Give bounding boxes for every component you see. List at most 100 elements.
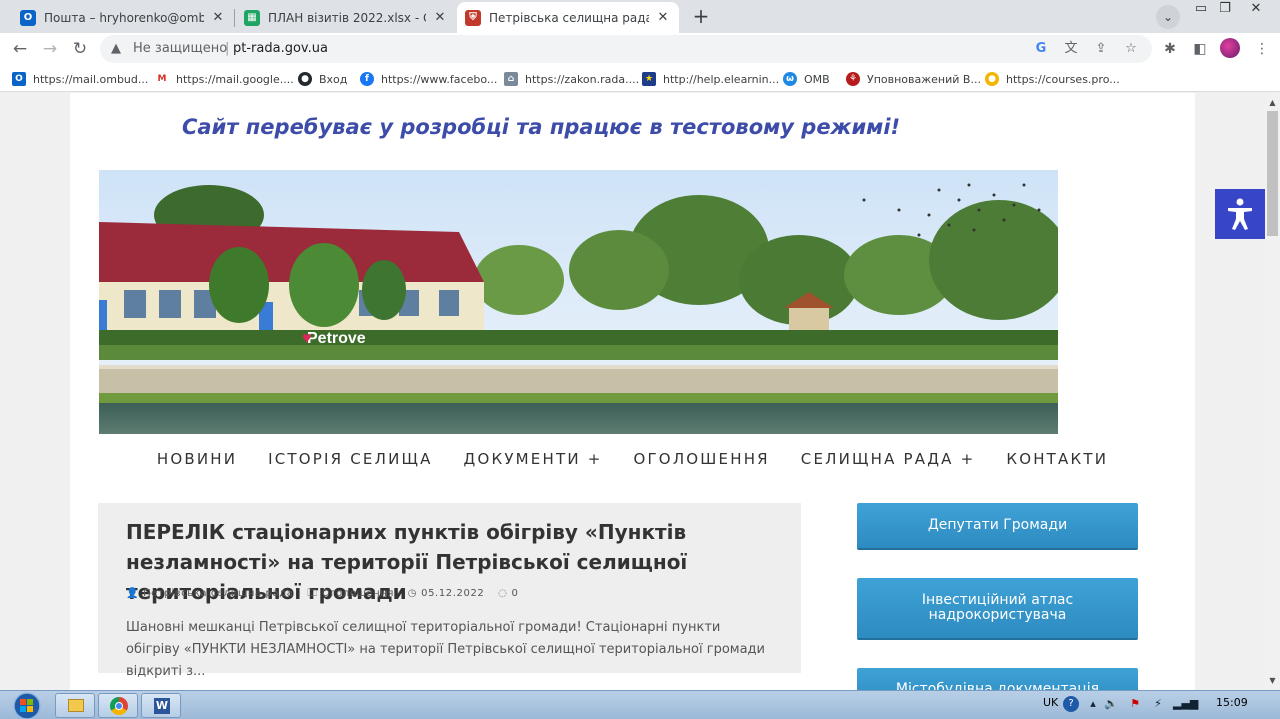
post-author[interactable]: Петрівська селищна рада	[143, 588, 293, 599]
bookmark-item[interactable]: ★ http://help.elearnin...	[642, 70, 779, 88]
bookmark-label: http://help.elearnin...	[663, 72, 780, 86]
bookmark-label: https://zakon.rada....	[525, 72, 640, 86]
extensions-icon[interactable]: ✱	[1160, 39, 1180, 59]
chrome-taskbar-button[interactable]	[98, 693, 138, 718]
bookmark-label: https://mail.google....	[176, 72, 294, 86]
tab-strip: O Пошта – hryhorenko@ombudsm ✕ ▦ ПЛАН ві…	[0, 0, 1280, 33]
new-tab-button[interactable]: +	[688, 4, 714, 30]
facebook-icon: f	[360, 72, 374, 86]
close-icon[interactable]: ✕	[210, 10, 226, 25]
scroll-down-icon[interactable]: ▼	[1265, 673, 1280, 688]
menu-dots-icon[interactable]: ⋮	[1252, 39, 1272, 59]
post-category[interactable]: Оголошення	[322, 588, 394, 599]
emblem-icon: ⚘	[846, 72, 860, 86]
close-icon[interactable]: ✕	[655, 10, 671, 25]
folder-icon	[68, 699, 84, 712]
signal-icon[interactable]: ▂▄▆	[1173, 696, 1198, 712]
bookmark-item[interactable]: ⚘ Уповноважений В...	[846, 70, 981, 88]
tab-mail[interactable]: O Пошта – hryhorenko@ombudsm ✕	[12, 2, 234, 33]
address-bar[interactable]: ▲ Не защищено | pt-rada.gov.ua G 文 ⇪ ☆	[100, 35, 1152, 63]
omb-icon: ω	[783, 72, 797, 86]
tab-search-icon[interactable]: ⌄	[1156, 5, 1180, 29]
side-panel-icon[interactable]: ◧	[1190, 39, 1210, 59]
post-excerpt: Шановні мешканці Петрівської селищної те…	[126, 620, 765, 679]
network-warning-icon[interactable]: ⚑	[1127, 696, 1143, 712]
gmail-icon: M	[155, 72, 169, 86]
bookmark-item[interactable]: f https://www.facebo...	[360, 70, 497, 88]
nav-history[interactable]: ІСТОРІЯ СЕЛИЩА	[268, 450, 432, 468]
bookmark-item[interactable]: ω OMB	[783, 70, 830, 88]
browser-toolbar: ← → ↻ ▲ Не защищено | pt-rada.gov.ua G 文…	[0, 33, 1280, 65]
warning-icon[interactable]: ▲	[111, 41, 121, 56]
bookmarks-bar: Ohttps://mail.ombud... Mhttps://mail.goo…	[0, 65, 1280, 92]
profile-avatar[interactable]	[1220, 38, 1240, 58]
bookmark-label: https://www.facebo...	[381, 72, 498, 86]
close-icon[interactable]: ✕	[432, 10, 448, 25]
security-status[interactable]: Не защищено	[133, 41, 227, 56]
bookmark-label: Уповноважений В...	[867, 72, 981, 86]
github-icon: ●	[298, 72, 312, 86]
bookmark-label: https://mail.ombud...	[33, 72, 149, 86]
omnibox-separator: |	[225, 41, 230, 56]
clock-time[interactable]: 15:09	[1216, 696, 1248, 709]
nav-announcements[interactable]: ОГОЛОШЕННЯ	[633, 450, 769, 468]
url-text[interactable]: pt-rada.gov.ua	[233, 41, 328, 56]
outlook-icon: O	[20, 9, 36, 26]
accessibility-icon[interactable]	[1215, 189, 1265, 239]
window-close-icon[interactable]: ✕	[1240, 0, 1272, 20]
tray-overflow-icon[interactable]: ▴	[1085, 696, 1101, 712]
minimize-icon[interactable]: ▭	[1188, 0, 1214, 20]
bookmark-item[interactable]: ● Вход	[298, 70, 347, 88]
page-container: Сайт перебуває у розробці та працює в те…	[70, 93, 1195, 690]
heart-icon: ♥	[302, 330, 312, 347]
forward-icon[interactable]: →	[38, 37, 62, 61]
nav-news[interactable]: НОВИНИ	[157, 450, 237, 468]
windows-taskbar: W UK ? ▴ 🔈 ⚑ ⚡ ▂▄▆ 15:09	[0, 690, 1280, 719]
tab-title: Петрівська селищна рада |	[489, 10, 649, 25]
urban-planning-button[interactable]: Містобудівна документація	[857, 668, 1138, 690]
restore-icon[interactable]: ❐	[1212, 0, 1238, 20]
user-icon: 👤	[126, 588, 140, 599]
deputies-button[interactable]: Депутати Громади	[857, 503, 1138, 550]
translate-icon[interactable]: 文	[1062, 40, 1080, 58]
bookmark-label: OMB	[804, 72, 830, 86]
word-taskbar-button[interactable]: W	[141, 693, 181, 718]
bookmark-star-icon[interactable]: ☆	[1122, 40, 1140, 58]
reload-icon[interactable]: ↻	[68, 37, 92, 61]
share-icon[interactable]: ⇪	[1092, 40, 1110, 58]
scroll-up-icon[interactable]: ▲	[1265, 95, 1280, 110]
hero-sign: Petrove	[307, 330, 366, 347]
courses-icon: ●	[985, 72, 999, 86]
help-icon[interactable]: ?	[1063, 696, 1079, 712]
start-button[interactable]	[5, 691, 43, 719]
bookmark-item[interactable]: ● https://courses.pro...	[985, 70, 1120, 88]
investment-atlas-button[interactable]: Інвестиційний атлас надрокористувача	[857, 578, 1138, 640]
comment-icon: ◌	[498, 588, 508, 599]
tab-pt-rada[interactable]: ⛨ Петрівська селищна рада | ✕	[457, 2, 679, 33]
volume-icon[interactable]: 🔈	[1103, 696, 1119, 712]
power-icon[interactable]: ⚡	[1150, 696, 1166, 712]
clock-icon: ◷	[407, 588, 418, 599]
web-viewport: Сайт перебуває у розробці та працює в те…	[0, 93, 1265, 690]
tab-sheets[interactable]: ▦ ПЛАН візитів 2022.xlsx - Google ✕	[236, 2, 456, 33]
page-scrollbar[interactable]: ▲ ▼	[1265, 93, 1280, 690]
parliament-icon: ⌂	[504, 72, 518, 86]
tab-title: Пошта – hryhorenko@ombudsm	[44, 10, 204, 25]
bookmark-item[interactable]: ⌂ https://zakon.rada....	[504, 70, 639, 88]
bookmark-item[interactable]: Ohttps://mail.ombud...	[12, 70, 148, 88]
explorer-taskbar-button[interactable]	[55, 693, 95, 718]
test-mode-notice: Сайт перебуває у розробці та працює в те…	[182, 115, 901, 139]
scroll-thumb[interactable]	[1267, 111, 1278, 236]
bookmark-item[interactable]: Mhttps://mail.google....	[155, 70, 294, 88]
post-card: ПЕРЕЛІК стаціонарних пунктів обігріву «П…	[98, 503, 801, 679]
eu-icon: ★	[642, 72, 656, 86]
back-icon[interactable]: ←	[8, 37, 32, 61]
chrome-icon	[110, 697, 128, 715]
bookmark-label: Вход	[319, 72, 348, 86]
nav-council[interactable]: СЕЛИЩНА РАДА +	[801, 450, 976, 468]
nav-documents[interactable]: ДОКУМЕНТИ +	[464, 450, 603, 468]
post-comments[interactable]: 0	[511, 588, 518, 599]
language-indicator[interactable]: UK	[1043, 696, 1058, 709]
nav-contacts[interactable]: КОНТАКТИ	[1006, 450, 1108, 468]
google-lens-icon[interactable]: G	[1032, 40, 1050, 58]
